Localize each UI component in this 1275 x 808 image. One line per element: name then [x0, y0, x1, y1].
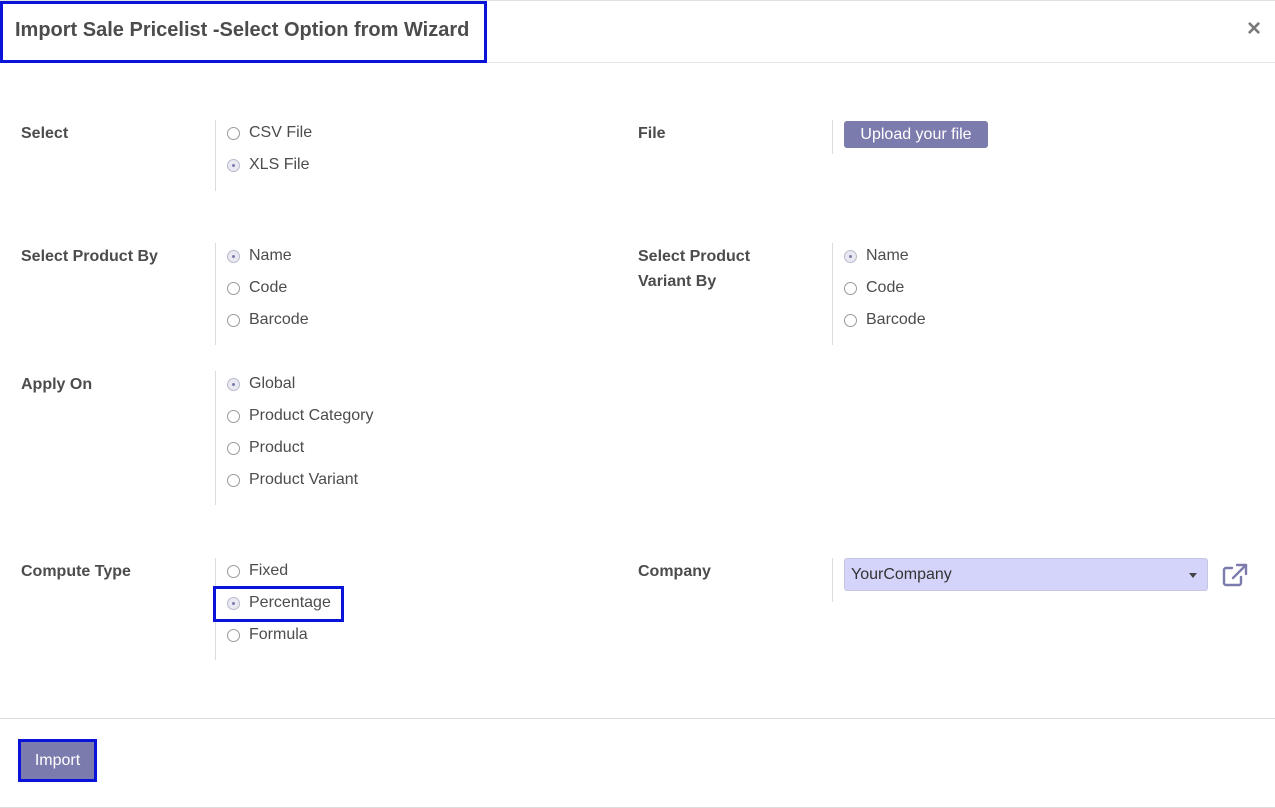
variant-by-label-line2: Variant By	[638, 273, 717, 290]
close-icon[interactable]: ×	[1247, 16, 1261, 42]
radio-apply-global[interactable]: Global	[227, 373, 295, 395]
radio-circle[interactable]	[227, 409, 240, 423]
radio-circle-checked[interactable]	[227, 377, 240, 391]
radio-label: Global	[249, 375, 296, 392]
radio-label: Barcode	[866, 311, 926, 328]
radio-circle[interactable]	[227, 281, 240, 295]
variant-by-label: Select Product Variant By	[638, 244, 750, 294]
variant-by-label-line1: Select Product	[638, 248, 751, 265]
radio-product-code[interactable]: Code	[227, 277, 287, 299]
divider	[832, 120, 833, 154]
divider	[832, 243, 833, 345]
radio-circle[interactable]	[227, 473, 240, 487]
dialog-title: Import Sale Pricelist -Select Option fro…	[15, 19, 470, 41]
select-label: Select	[21, 125, 69, 142]
chevron-down-icon[interactable]	[1189, 573, 1197, 578]
divider	[215, 243, 216, 345]
radio-label: Formula	[249, 626, 308, 643]
file-label: File	[638, 125, 666, 142]
radio-circle[interactable]	[227, 126, 240, 140]
dialog-footer	[0, 718, 1275, 808]
radio-circle-checked[interactable]	[844, 249, 857, 263]
radio-label: XLS File	[249, 156, 310, 173]
radio-label: Name	[866, 247, 909, 264]
radio-variant-name[interactable]: Name	[844, 245, 909, 267]
radio-product-barcode[interactable]: Barcode	[227, 309, 309, 331]
radio-label: Name	[249, 247, 292, 264]
divider	[215, 120, 216, 191]
radio-label: Product Category	[249, 407, 374, 424]
radio-label: Product	[249, 439, 305, 456]
radio-label: Code	[249, 279, 288, 296]
radio-variant-barcode[interactable]: Barcode	[844, 309, 926, 331]
radio-circle[interactable]	[227, 564, 240, 578]
company-label: Company	[638, 563, 711, 580]
company-select-value: YourCompany	[851, 565, 952, 583]
radio-label: Fixed	[249, 562, 289, 579]
divider	[215, 371, 216, 505]
radio-apply-product-variant[interactable]: Product Variant	[227, 469, 358, 491]
radio-label: CSV File	[249, 124, 313, 141]
radio-circle[interactable]	[227, 441, 240, 455]
radio-csv-file[interactable]: CSV File	[227, 122, 312, 144]
radio-compute-fixed[interactable]: Fixed	[227, 560, 288, 582]
percentage-highlight	[213, 586, 344, 622]
radio-circle[interactable]	[844, 313, 857, 327]
import-button[interactable]: Import	[18, 739, 97, 782]
radio-product-name[interactable]: Name	[227, 245, 292, 267]
upload-file-button[interactable]: Upload your file	[844, 121, 988, 148]
external-link-icon[interactable]	[1222, 563, 1248, 587]
radio-circle-checked[interactable]	[227, 158, 240, 172]
radio-xls-file[interactable]: XLS File	[227, 154, 309, 176]
radio-apply-product[interactable]: Product	[227, 437, 304, 459]
radio-circle-checked[interactable]	[227, 249, 240, 263]
radio-label: Barcode	[249, 311, 309, 328]
company-select[interactable]: YourCompany	[844, 558, 1208, 591]
apply-on-label: Apply On	[21, 376, 93, 393]
radio-label: Code	[866, 279, 905, 296]
radio-circle[interactable]	[227, 313, 240, 327]
radio-compute-formula[interactable]: Formula	[227, 624, 308, 646]
radio-circle[interactable]	[844, 281, 857, 295]
radio-label: Product Variant	[249, 471, 359, 488]
compute-type-label: Compute Type	[21, 563, 131, 580]
radio-variant-code[interactable]: Code	[844, 277, 904, 299]
radio-apply-product-category[interactable]: Product Category	[227, 405, 374, 427]
divider	[832, 558, 833, 602]
radio-circle[interactable]	[227, 628, 240, 642]
product-by-label: Select Product By	[21, 248, 158, 265]
